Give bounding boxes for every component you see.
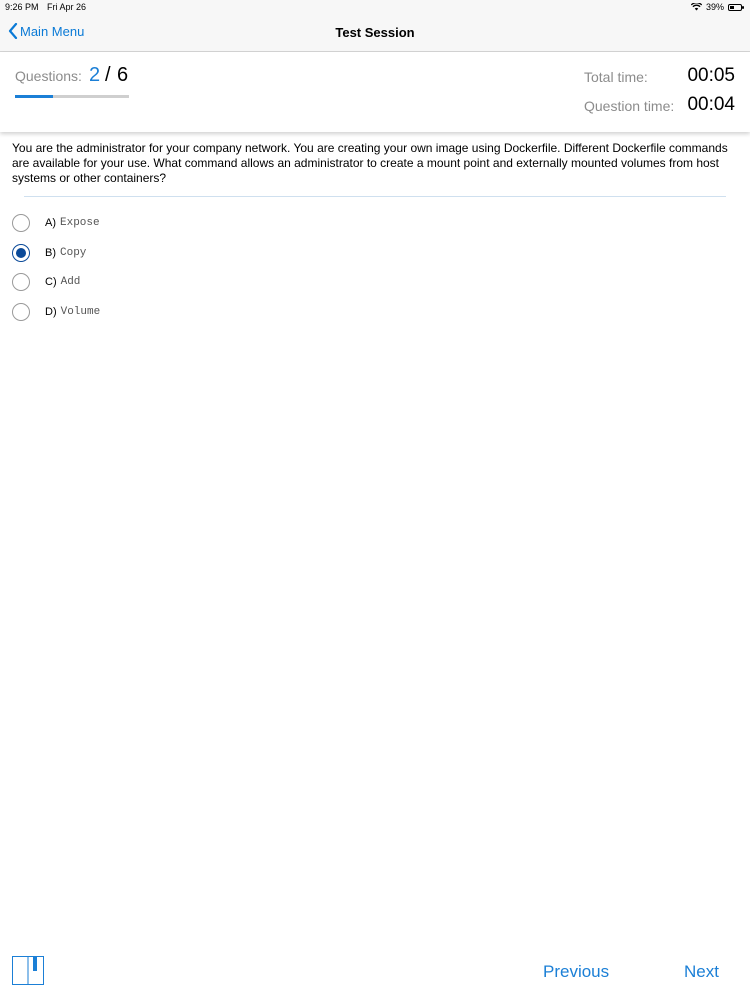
option-letter: A) [45,217,56,229]
option-text: Expose [60,217,100,229]
session-info-header: Questions: 2 / 6 Total time: 00:05 Quest… [0,52,750,132]
question-time-label: Question time: [584,98,675,114]
question-progress-fill [15,95,53,98]
app-screen: 9:26 PM Fri Apr 26 39% Main Menu Test Se… [0,0,750,1000]
option-b[interactable]: B) Copy [12,242,86,264]
option-letter: C) [45,276,57,288]
status-date: Fri Apr 26 [47,2,87,12]
radio-button-d[interactable] [12,303,30,321]
status-right: 39% [690,0,744,14]
questions-label: Questions: [15,68,82,84]
page-title: Test Session [335,25,415,40]
next-button[interactable]: Next [684,962,719,982]
option-text: Add [60,276,81,288]
radio-button-b[interactable] [12,244,30,262]
option-d[interactable]: D) Volume [12,301,100,323]
option-letter: B) [45,247,56,259]
option-a[interactable]: A) Expose [12,212,100,234]
option-c[interactable]: C) Add [12,271,80,293]
battery-icon [728,3,744,11]
battery-percent: 39% [705,2,724,12]
radio-button-a[interactable] [12,214,30,232]
question-time-value: 00:04 [687,94,735,115]
option-text: Volume [60,306,101,318]
question-progress-bar [15,95,129,98]
option-letter: D) [45,306,57,318]
question-count-separator: / [105,64,111,86]
navigation-bar: Main Menu Test Session [0,14,750,52]
previous-button[interactable]: Previous [543,962,609,982]
status-bar: 9:26 PM Fri Apr 26 39% [0,0,750,14]
option-text: Copy [60,247,87,259]
radio-button-c[interactable] [12,273,30,291]
status-time: 9:26 PM [5,2,39,12]
question-text: You are the administrator for your compa… [12,141,728,185]
wifi-icon [690,3,702,11]
total-question-count: 6 [117,64,129,86]
total-time-value: 00:05 [687,65,735,86]
current-question-number: 2 [89,64,101,86]
question-divider [24,196,726,197]
total-time-label: Total time: [584,69,648,85]
bookmark-icon[interactable] [12,956,44,986]
